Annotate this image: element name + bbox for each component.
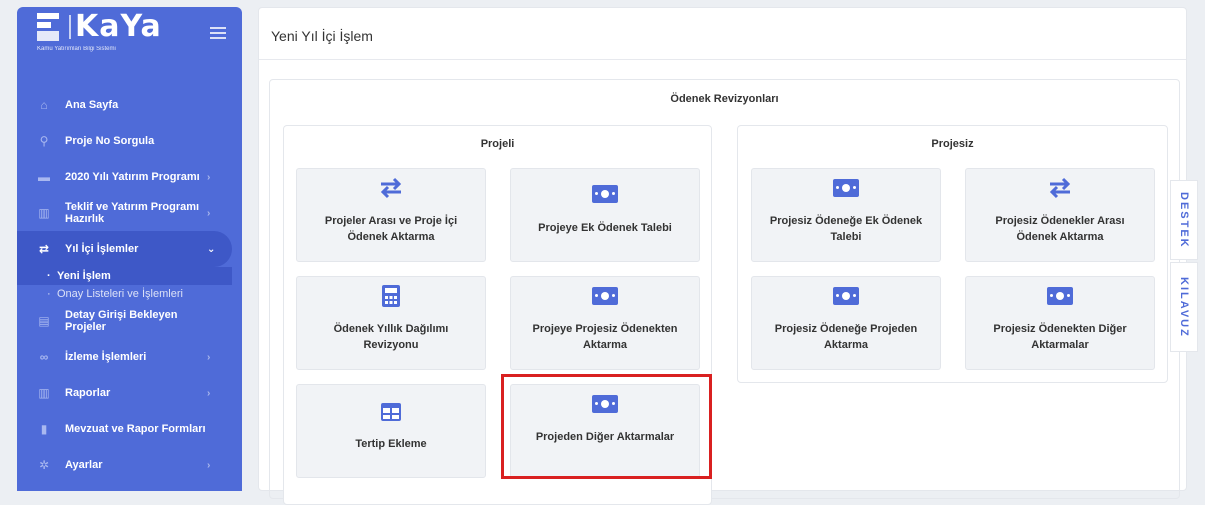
bullet-icon: · bbox=[47, 288, 51, 300]
chevron-right-icon: › bbox=[207, 351, 211, 363]
tile-projeye-ek-odenek[interactable]: Projeye Ek Ödenek Talebi bbox=[510, 168, 700, 262]
destek-tab[interactable]: DESTEK bbox=[1170, 180, 1198, 260]
bullet-icon: · bbox=[47, 270, 51, 282]
sidebar-item-ana-sayfa[interactable]: ⌂ Ana Sayfa bbox=[17, 87, 242, 123]
sidebar-item-izleme[interactable]: ∞ İzleme İşlemleri › bbox=[17, 339, 242, 375]
tile-label: Projesiz Ödenekten Diğer Aktarmalar bbox=[993, 323, 1127, 351]
group-title: Projeli bbox=[480, 138, 515, 150]
chevron-right-icon: › bbox=[207, 207, 211, 219]
kilavuz-tab[interactable]: KILAVUZ bbox=[1170, 262, 1198, 352]
tile-projeler-arasi-aktarma[interactable]: Projeler Arası ve Proje İçi Ödenek Aktar… bbox=[296, 168, 486, 262]
tile-projesiz-arasi-aktarma[interactable]: Projesiz Ödenekler Arası Ödenek Aktarma bbox=[965, 168, 1155, 262]
brand: KaYa Kamu Yatırımları Bilgi Sistemi bbox=[17, 7, 242, 57]
document-icon: ▮ bbox=[40, 422, 48, 436]
sidebar-item-label: Raporlar bbox=[65, 387, 111, 399]
sidebar-item-raporlar[interactable]: ▥ Raporlar › bbox=[17, 375, 242, 411]
chevron-right-icon: › bbox=[207, 171, 211, 183]
binoculars-icon: ∞ bbox=[39, 350, 49, 364]
search-icon: ⚲ bbox=[39, 134, 49, 148]
money-icon bbox=[966, 281, 1154, 311]
chevron-down-icon: ⌄ bbox=[207, 243, 216, 255]
main-card: Yeni Yıl İçi İşlem Ödenek Revizyonları P… bbox=[258, 7, 1187, 505]
brand-title: KaYa bbox=[75, 9, 162, 44]
tile-label: Projeye Projesiz Ödenekten Aktarma bbox=[532, 323, 678, 351]
tile-label: Projesiz Ödeneğe Ek Ödenek Talebi bbox=[769, 215, 923, 243]
calculator-icon bbox=[297, 281, 485, 311]
sidebar-item-label: Detay Girişi Bekleyen Projeler bbox=[65, 309, 178, 333]
money-icon bbox=[511, 281, 699, 311]
sidebar-item-ayarlar[interactable]: ✲ Ayarlar › bbox=[17, 447, 242, 483]
money-icon bbox=[752, 281, 940, 311]
sidebar-item-label: Ayarlar bbox=[65, 459, 103, 471]
tile-projeye-projesiz-aktarma[interactable]: Projeye Projesiz Ödenekten Aktarma bbox=[510, 276, 700, 370]
sidebar-item-label: Yıl İçi İşlemler bbox=[65, 243, 139, 255]
logo-icon bbox=[37, 13, 61, 41]
odenek-revizyonlari-panel: Ödenek Revizyonları Projeli Projeler Ara… bbox=[269, 79, 1180, 505]
brand-subtitle: Kamu Yatırımları Bilgi Sistemi bbox=[37, 46, 116, 52]
tile-label: Projesiz Ödenekler Arası Ödenek Aktarma bbox=[995, 215, 1125, 243]
home-icon: ⌂ bbox=[40, 98, 48, 112]
projesiz-group: Projesiz Projesiz Ödeneğe Ek Ödenek Tale… bbox=[737, 125, 1168, 383]
sidebar-item-label: Mevzuat ve Rapor Formları bbox=[65, 423, 206, 435]
sidebar-subitem-label: Onay Listeleri ve İşlemleri bbox=[57, 288, 183, 300]
sidebar-item-label: Ana Sayfa bbox=[65, 99, 119, 111]
folder-icon: ▬ bbox=[38, 170, 50, 184]
sidebar-item-teklif[interactable]: ▥ Teklif ve Yatırım Programı Hazırlık › bbox=[17, 195, 242, 231]
section-title: Ödenek Revizyonları bbox=[670, 93, 779, 105]
sidebar-item-proje-no-sorgula[interactable]: ⚲ Proje No Sorgula bbox=[17, 123, 242, 159]
gear-icon: ✲ bbox=[38, 458, 50, 472]
chevron-right-icon: › bbox=[207, 459, 211, 471]
sidebar-item-label: Proje No Sorgula bbox=[65, 135, 155, 147]
sidebar-item-detay-girisi[interactable]: ▤ Detay Girişi Bekleyen Projeler bbox=[17, 303, 242, 339]
exchange-icon bbox=[966, 173, 1154, 203]
group-title: Projesiz bbox=[931, 138, 974, 150]
exchange-icon: ⇄ bbox=[38, 242, 50, 256]
list-icon: ▤ bbox=[38, 314, 50, 328]
sidebar-item-mevzuat[interactable]: ▮ Mevzuat ve Rapor Formları bbox=[17, 411, 242, 447]
sidebar-item-yil-ici-islemler[interactable]: ⇄ Yıl İçi İşlemler ⌄ bbox=[17, 231, 232, 267]
money-icon bbox=[752, 173, 940, 203]
tile-tertip-ekleme[interactable]: Tertip Ekleme bbox=[296, 384, 486, 478]
chevron-right-icon: › bbox=[207, 387, 211, 399]
sidebar-nav: ⌂ Ana Sayfa ⚲ Proje No Sorgula ▬ 2020 Yı… bbox=[17, 87, 242, 483]
tile-label: Projeye Ek Ödenek Talebi bbox=[538, 222, 672, 234]
sidebar-subitem-label: Yeni İşlem bbox=[57, 270, 111, 282]
tile-label: Projesiz Ödeneğe Projeden Aktarma bbox=[774, 323, 918, 351]
money-icon bbox=[511, 179, 699, 209]
report-icon: ▥ bbox=[38, 386, 50, 400]
menu-toggle-icon[interactable] bbox=[210, 27, 226, 39]
tile-projesiz-projeden-aktarma[interactable]: Projesiz Ödeneğe Projeden Aktarma bbox=[751, 276, 941, 370]
exchange-icon bbox=[297, 173, 485, 203]
sidebar-item-yatirim-programi[interactable]: ▬ 2020 Yılı Yatırım Programı › bbox=[17, 159, 242, 195]
page-title: Yeni Yıl İçi İşlem bbox=[259, 8, 1186, 60]
sidebar-item-label: 2020 Yılı Yatırım Programı bbox=[65, 171, 200, 183]
selection-highlight bbox=[501, 374, 712, 479]
tile-label: Projeler Arası ve Proje İçi Ödenek Aktar… bbox=[324, 215, 458, 243]
sidebar-item-label: İzleme İşlemleri bbox=[65, 351, 147, 363]
tile-label: Tertip Ekleme bbox=[355, 438, 427, 450]
tile-projesiz-diger-aktarmalar[interactable]: Projesiz Ödenekten Diğer Aktarmalar bbox=[965, 276, 1155, 370]
tile-odenek-yillik-dagilimi[interactable]: Ödenek Yıllık Dağılımı Revizyonu bbox=[296, 276, 486, 370]
logo-divider bbox=[69, 15, 71, 39]
tile-label: Ödenek Yıllık Dağılımı Revizyonu bbox=[333, 323, 449, 351]
sidebar: KaYa Kamu Yatırımları Bilgi Sistemi ⌂ An… bbox=[17, 7, 242, 491]
tile-projesiz-ek-odenek[interactable]: Projesiz Ödeneğe Ek Ödenek Talebi bbox=[751, 168, 941, 262]
chart-icon: ▥ bbox=[38, 206, 50, 220]
sidebar-subitem-onay-listeleri[interactable]: · Onay Listeleri ve İşlemleri bbox=[17, 285, 242, 303]
table-icon bbox=[297, 397, 485, 427]
sidebar-item-label: Teklif ve Yatırım Programı Hazırlık bbox=[65, 201, 200, 225]
sidebar-subitem-yeni-islem[interactable]: · Yeni İşlem bbox=[17, 267, 232, 285]
